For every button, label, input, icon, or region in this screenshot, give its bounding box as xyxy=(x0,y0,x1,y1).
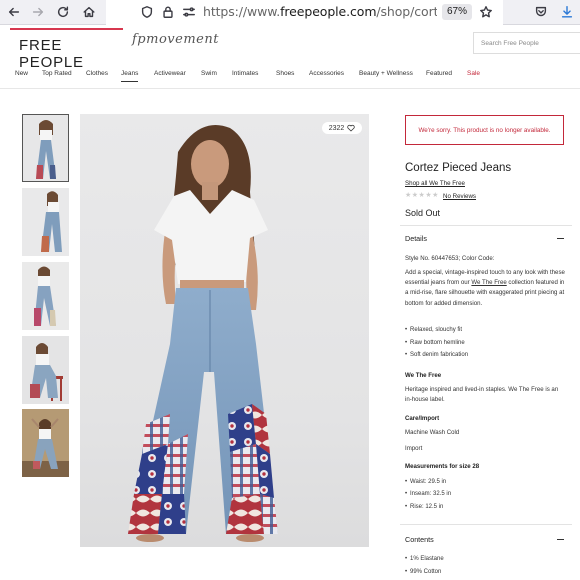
nav-featured[interactable]: Featured xyxy=(426,70,452,77)
unavailable-notice: We're sorry. This product is no longer a… xyxy=(405,115,564,145)
shield-icon[interactable] xyxy=(139,4,155,20)
url-text[interactable]: https://www.freepeople.com/shop/cortez-p… xyxy=(203,4,437,19)
import-info: Import xyxy=(405,445,423,452)
nav-divider xyxy=(0,88,580,89)
content-item: 1% Elastane xyxy=(405,556,444,562)
heart-icon xyxy=(347,124,355,132)
download-icon[interactable] xyxy=(559,4,575,20)
brand-description: Heritage inspired and lived-in staples. … xyxy=(405,386,559,404)
nav-jeans[interactable]: Jeans xyxy=(121,70,139,82)
reviews-link[interactable]: No Reviews xyxy=(443,193,476,200)
thumbnail-3[interactable] xyxy=(22,262,69,330)
nav-top-rated[interactable]: Top Rated xyxy=(42,70,72,77)
main-nav: New Top Rated Clothes Jeans Activewear S… xyxy=(0,64,580,86)
brand-heading: We The Free xyxy=(405,372,442,379)
favorite-button[interactable]: 2322 xyxy=(322,122,362,134)
rating-stars: ★★★★★ xyxy=(405,192,439,199)
product-main-image[interactable] xyxy=(80,114,369,547)
favorites-count: 2322 xyxy=(328,124,345,132)
fp-movement-logo[interactable]: fpmovement xyxy=(132,32,219,47)
thumbnail-2[interactable] xyxy=(22,188,69,256)
forward-icon[interactable] xyxy=(30,4,46,20)
stock-status: Sold Out xyxy=(405,208,441,218)
nav-accessories[interactable]: Accessories xyxy=(309,70,344,77)
permissions-icon[interactable] xyxy=(181,4,197,20)
free-people-logo[interactable]: FREE PEOPLE xyxy=(10,28,123,71)
nav-new[interactable]: New xyxy=(15,70,28,77)
nav-swim[interactable]: Swim xyxy=(201,70,217,77)
measurement-item: Inseam: 32.5 in xyxy=(405,491,451,497)
contents-heading[interactable]: Contents xyxy=(405,535,434,544)
nav-sale[interactable]: Sale xyxy=(467,70,480,77)
product-title: Cortez Pieced Jeans xyxy=(405,162,512,174)
feature-item: Raw bottom hemline xyxy=(405,340,465,346)
bookmark-star-icon[interactable] xyxy=(478,4,494,20)
care-heading: Care/Import xyxy=(405,415,440,422)
we-the-free-link[interactable]: We The Free xyxy=(471,279,506,286)
care-instructions: Machine Wash Cold xyxy=(405,429,460,436)
thumbnail-5[interactable] xyxy=(22,409,69,477)
nav-beauty-wellness[interactable]: Beauty + Wellness xyxy=(359,70,413,77)
feature-item: Soft denim fabrication xyxy=(405,352,468,358)
content-item: 99% Cotton xyxy=(405,569,441,575)
browser-toolbar: https://www.freepeople.com/shop/cortez-p… xyxy=(0,0,580,25)
measurement-item: Waist: 29.5 in xyxy=(405,479,446,485)
thumbnail-1[interactable] xyxy=(22,114,69,182)
nav-intimates[interactable]: Intimates xyxy=(232,70,258,77)
nav-clothes[interactable]: Clothes xyxy=(86,70,108,77)
feature-item: Relaxed, slouchy fit xyxy=(405,327,462,333)
lock-icon[interactable] xyxy=(160,4,176,20)
shop-all-link[interactable]: Shop all We The Free xyxy=(405,180,465,187)
measurements-heading: Measurements for size 28 xyxy=(405,463,480,470)
divider xyxy=(400,225,572,226)
nav-activewear[interactable]: Activewear xyxy=(154,70,186,77)
search-input[interactable]: Search Free People xyxy=(473,32,580,54)
collapse-contents-icon[interactable] xyxy=(557,539,564,540)
pocket-icon[interactable] xyxy=(533,4,549,20)
divider xyxy=(400,524,572,525)
details-heading[interactable]: Details xyxy=(405,234,427,243)
style-number: Style No. 60447653; Color Code: xyxy=(405,255,495,262)
back-icon[interactable] xyxy=(6,4,22,20)
zoom-level[interactable]: 67% xyxy=(442,4,472,20)
collapse-details-icon[interactable] xyxy=(557,238,564,239)
nav-shoes[interactable]: Shoes xyxy=(276,70,294,77)
thumbnail-4[interactable] xyxy=(22,336,69,404)
reload-icon[interactable] xyxy=(55,4,71,20)
product-description: Add a special, vintage-inspired touch to… xyxy=(405,269,565,307)
home-icon[interactable] xyxy=(81,4,97,20)
measurement-item: Rise: 12.5 in xyxy=(405,504,443,510)
